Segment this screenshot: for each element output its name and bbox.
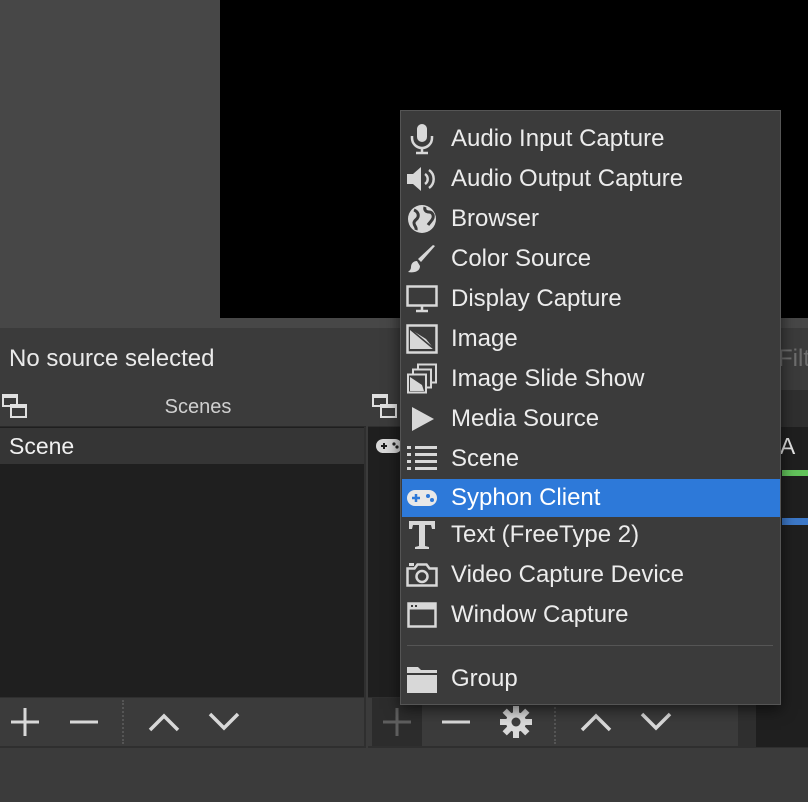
menu-item-label: Audio Output Capture — [451, 165, 684, 192]
toolbar-separator — [554, 700, 556, 744]
preview-side-panel — [0, 0, 220, 328]
paintbrush-icon — [405, 242, 439, 276]
minus-icon — [442, 720, 470, 724]
undock-icon[interactable] — [372, 394, 398, 425]
play-icon — [405, 402, 439, 436]
list-icon — [405, 442, 439, 476]
image-icon — [405, 322, 439, 356]
menu-item-image-slide-show[interactable]: Image Slide Show — [402, 360, 780, 398]
menu-item-label: Window Capture — [451, 601, 629, 628]
gamepad-icon — [405, 481, 439, 515]
scenes-list[interactable] — [0, 427, 364, 697]
move-scene-down-button[interactable] — [202, 700, 246, 744]
folder-icon — [405, 662, 439, 696]
menu-item-label: Color Source — [451, 245, 592, 272]
volume-meter — [782, 470, 808, 476]
sources-toolbar — [368, 698, 738, 746]
menu-item-label: Group — [451, 665, 518, 692]
chevron-up-icon — [148, 713, 180, 732]
toolbar-separator — [122, 700, 124, 744]
menu-item-label: Video Capture Device — [451, 561, 685, 588]
slideshow-icon — [405, 362, 439, 396]
move-source-up-button[interactable] — [574, 700, 618, 744]
menu-item-display-capture[interactable]: Display Capture — [402, 280, 780, 318]
menu-item-syphon-client[interactable]: Syphon Client — [402, 479, 780, 517]
scene-list-item-label: Scene — [9, 433, 75, 459]
no-source-selected-label: No source selected — [9, 345, 215, 372]
add-source-button[interactable] — [375, 700, 419, 744]
menu-item-label: Text (FreeType 2) — [451, 521, 640, 548]
menu-item-audio-input-capture[interactable]: Audio Input Capture — [402, 120, 780, 158]
menu-item-label: Media Source — [451, 405, 600, 432]
add-source-menu: Audio Input Capture Audio Output Capture… — [400, 110, 781, 705]
menu-item-label: Image — [451, 325, 518, 352]
move-scene-up-button[interactable] — [142, 700, 186, 744]
menu-item-scene[interactable]: Scene — [402, 440, 780, 478]
menu-item-audio-output-capture[interactable]: Audio Output Capture — [402, 160, 780, 198]
remove-source-button[interactable] — [434, 700, 478, 744]
menu-item-video-capture-device[interactable]: Video Capture Device — [402, 556, 780, 594]
menu-item-label: Display Capture — [451, 285, 622, 312]
chevron-up-icon — [580, 713, 612, 732]
status-bar — [0, 748, 808, 802]
plus-icon — [383, 708, 411, 736]
chevron-down-icon — [640, 712, 672, 731]
menu-item-window-capture[interactable]: Window Capture — [402, 596, 780, 634]
globe-icon — [405, 202, 439, 236]
camera-icon — [405, 558, 439, 592]
menu-item-label: Browser — [451, 205, 540, 232]
menu-item-text-freetype2[interactable]: Text (FreeType 2) — [402, 516, 780, 554]
microphone-icon — [405, 122, 439, 156]
plus-icon — [11, 708, 39, 736]
filters-button[interactable]: Filt — [778, 345, 808, 373]
gamepad-icon — [375, 436, 403, 461]
menu-item-image[interactable]: Image — [402, 320, 780, 358]
source-properties-button[interactable] — [494, 700, 538, 744]
menu-item-label: Scene — [451, 445, 520, 472]
text-icon — [405, 518, 439, 552]
menu-item-color-source[interactable]: Color Source — [402, 240, 780, 278]
chevron-down-icon — [208, 712, 240, 731]
gear-icon — [500, 706, 532, 738]
window-icon — [405, 598, 439, 632]
menu-item-label: Image Slide Show — [451, 365, 645, 392]
volume-slider[interactable] — [782, 518, 808, 525]
menu-item-media-source[interactable]: Media Source — [402, 400, 780, 438]
menu-separator — [407, 645, 773, 646]
remove-scene-button[interactable] — [62, 700, 106, 744]
menu-item-label: Syphon Client — [451, 484, 601, 511]
monitor-icon — [405, 282, 439, 316]
add-scene-button[interactable] — [3, 700, 47, 744]
menu-item-group[interactable]: Group — [402, 660, 780, 698]
menu-item-browser[interactable]: Browser — [402, 200, 780, 238]
scenes-title: Scenes — [164, 396, 232, 418]
speaker-icon — [405, 162, 439, 196]
move-source-down-button[interactable] — [634, 700, 678, 744]
menu-item-label: Audio Input Capture — [451, 125, 665, 152]
minus-icon — [70, 720, 98, 724]
